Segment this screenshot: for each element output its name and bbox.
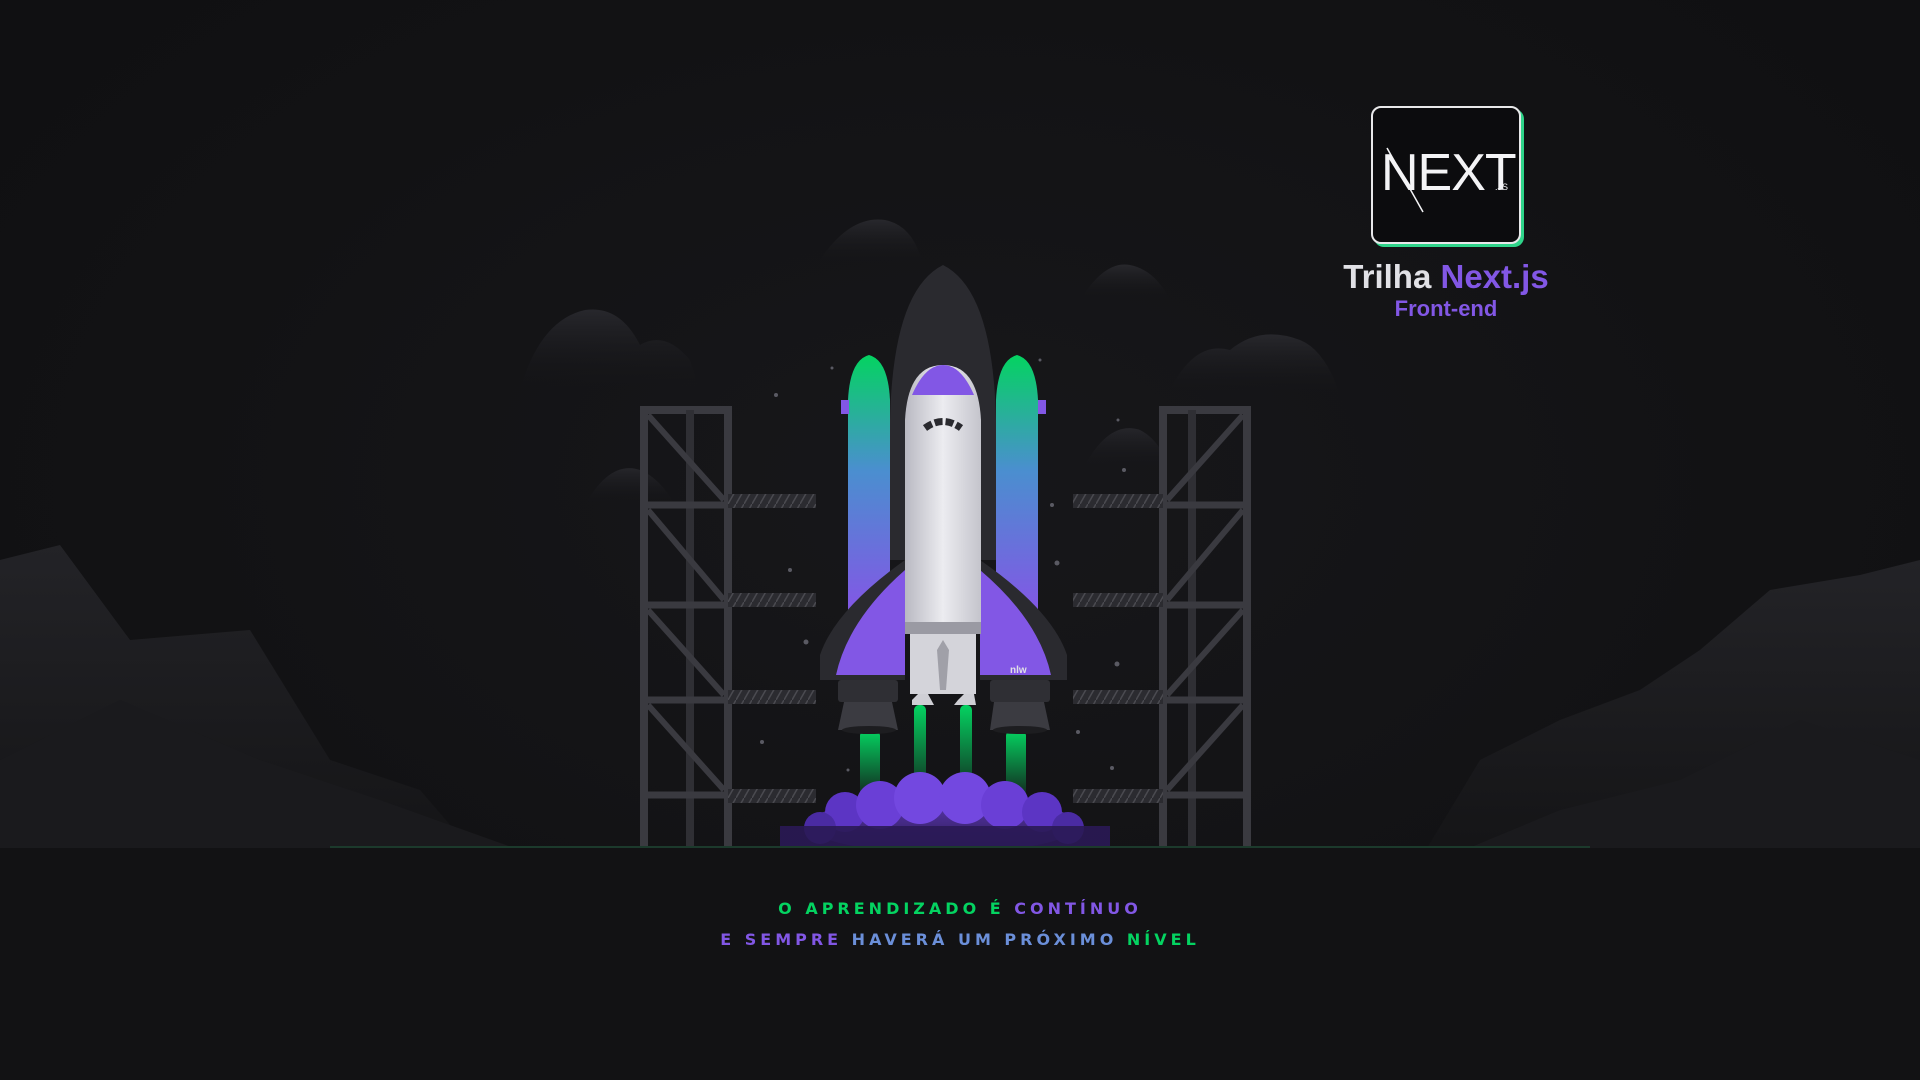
track-title: Trilha Next.js xyxy=(1336,258,1556,296)
orbiter xyxy=(905,365,981,705)
cloud xyxy=(1085,428,1170,470)
tagline-line-1: O aprendizado é contínuo xyxy=(0,899,1920,918)
cloud xyxy=(520,309,700,390)
track-badge: NEXT .JS Trilha Next.js Front-end xyxy=(1336,106,1556,322)
track-title-prefix: Trilha xyxy=(1343,258,1432,295)
ground-line xyxy=(330,846,1590,848)
launch-tower-left xyxy=(640,406,816,854)
launch-tower-right xyxy=(1073,406,1251,854)
cloud xyxy=(585,468,675,505)
tagline-line-2: e sempre haverá um próximo nível xyxy=(0,930,1920,949)
cloud xyxy=(1080,264,1170,300)
launch-smoke xyxy=(780,772,1110,853)
cloud xyxy=(820,219,925,265)
tagline-line2-part2: haverá um próximo xyxy=(851,930,1118,949)
tagline-line2-part3: nível xyxy=(1126,930,1200,949)
wallpaper: nlw NEXT .JS Trilha Next.js Front-end O … xyxy=(0,0,1920,1080)
track-subtitle: Front-end xyxy=(1394,296,1498,321)
track-title-accent: Next.js xyxy=(1440,258,1549,295)
rocket-launch-illustration: nlw xyxy=(0,219,1920,1080)
rocket-brand-mark: nlw xyxy=(1010,665,1027,676)
tagline-line1-part2: contínuo xyxy=(1014,899,1142,918)
tagline-line1-part1: O aprendizado é xyxy=(778,899,1005,918)
nextjs-logo: NEXT .JS xyxy=(1371,106,1521,244)
nextjs-logo-suffix: .JS xyxy=(1495,182,1508,192)
moon-icon xyxy=(738,250,805,332)
tagline-line2-part1: e sempre xyxy=(720,930,843,949)
cloud xyxy=(1170,334,1340,395)
